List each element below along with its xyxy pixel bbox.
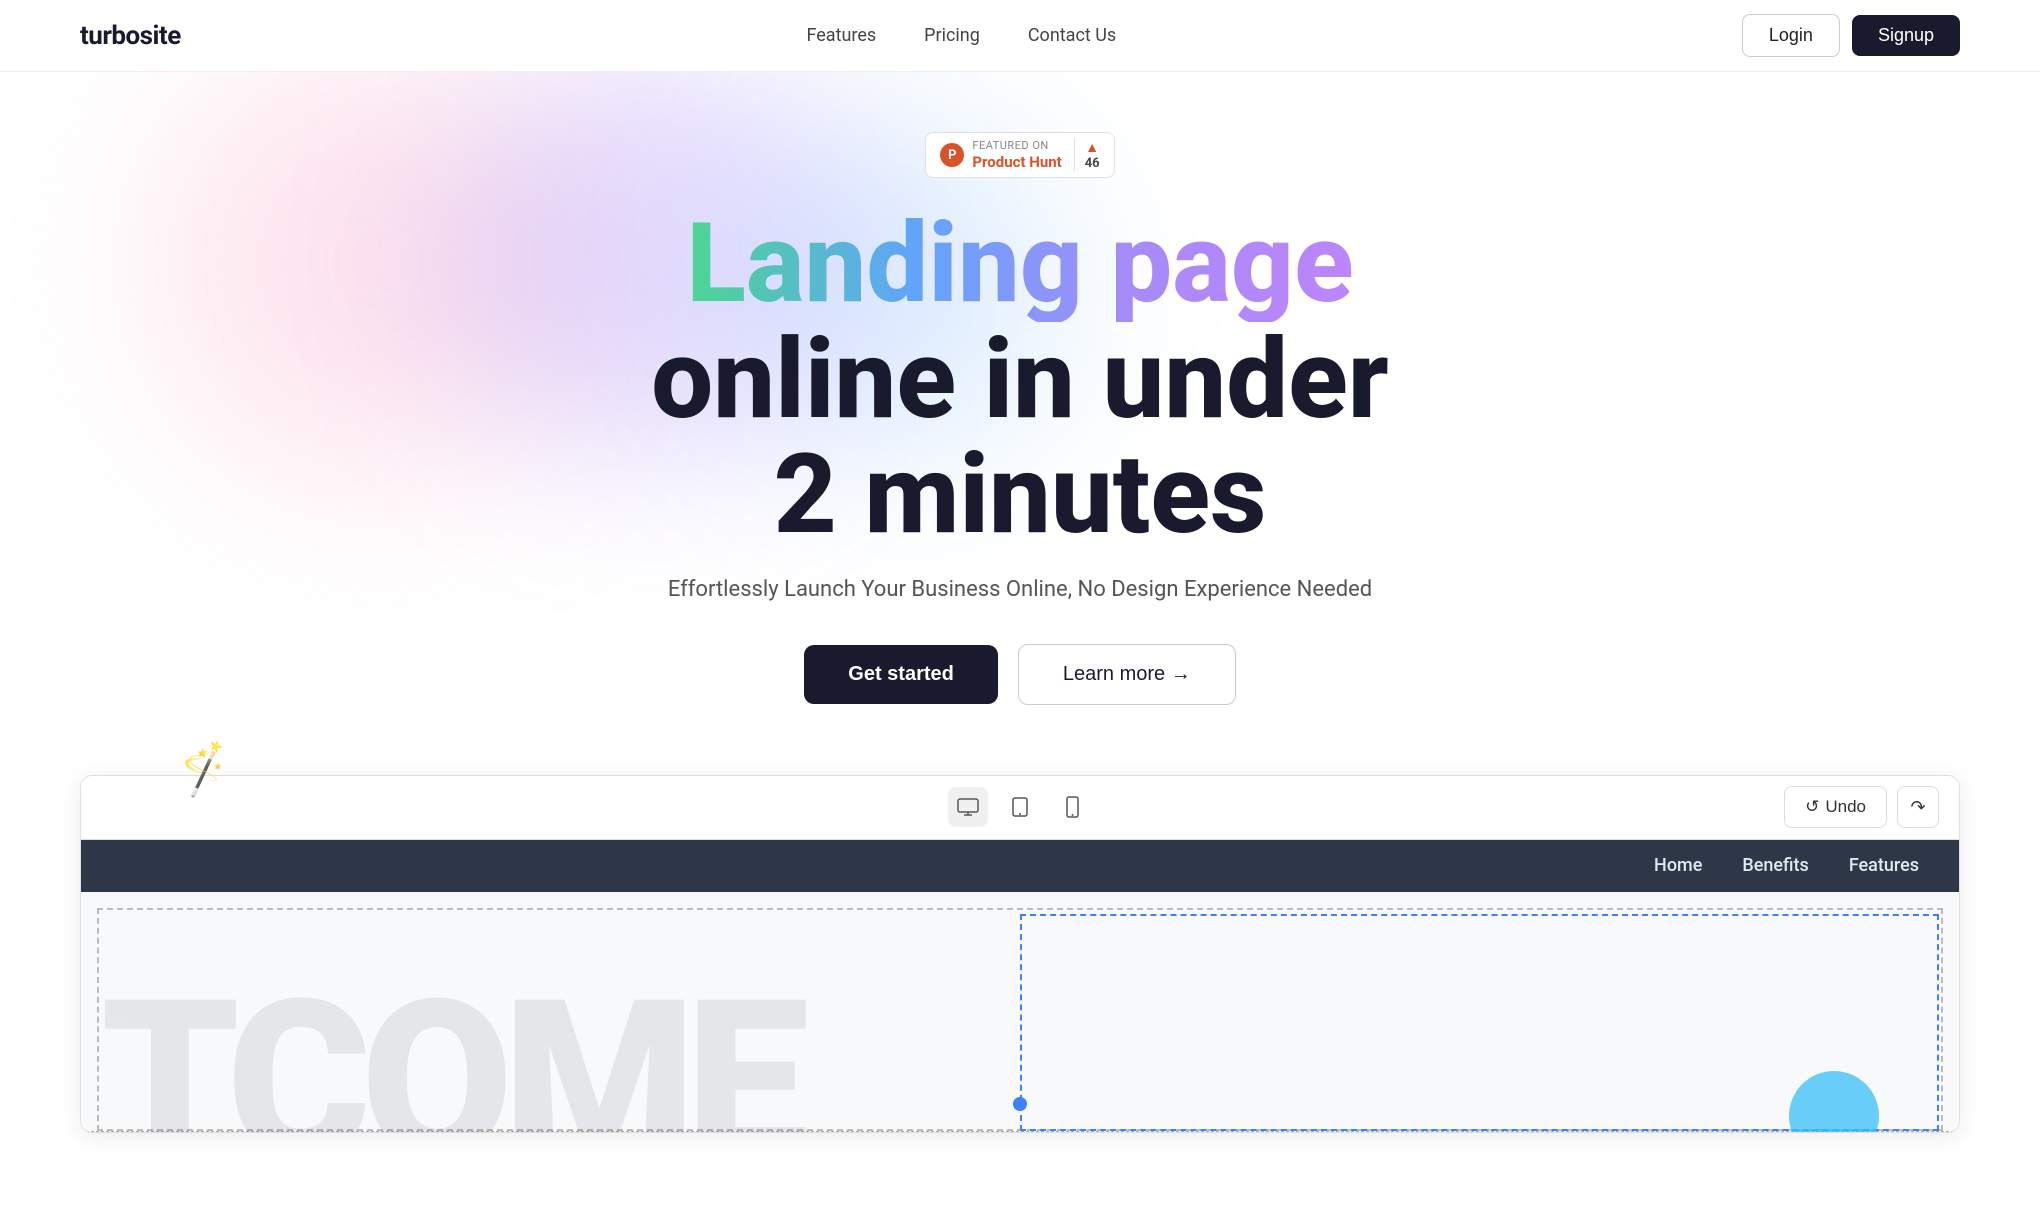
redo-button[interactable]: ↷ bbox=[1897, 786, 1939, 828]
get-started-button[interactable]: Get started bbox=[804, 645, 998, 704]
toolbar-center bbox=[948, 787, 1092, 827]
hero-cta: Get started Learn more → bbox=[804, 644, 1235, 705]
bg-blob-pink bbox=[80, 72, 680, 512]
hero-section: P FEATURED ON Product Hunt ▲ 46 Landing … bbox=[0, 72, 2040, 775]
login-button[interactable]: Login bbox=[1742, 14, 1840, 57]
product-hunt-badge[interactable]: P FEATURED ON Product Hunt ▲ 46 bbox=[925, 132, 1114, 178]
editor-toolbar: ↺ Undo ↷ bbox=[81, 776, 1959, 840]
nav-features[interactable]: Features bbox=[806, 25, 876, 46]
editor-section: 🪄 bbox=[0, 775, 2040, 1133]
editor-preview: Home Benefits Features TCOME bbox=[81, 840, 1959, 1132]
signup-button[interactable]: Signup bbox=[1852, 15, 1960, 56]
ph-score: ▲ 46 bbox=[1074, 139, 1100, 171]
ph-small-label: FEATURED ON bbox=[972, 139, 1061, 152]
preview-navbar: Home Benefits Features bbox=[81, 840, 1959, 892]
preview-nav-home: Home bbox=[1654, 855, 1702, 876]
nav-contact[interactable]: Contact Us bbox=[1028, 25, 1116, 46]
selection-anchor-dot bbox=[1013, 1097, 1027, 1111]
hero-subtitle: Effortlessly Launch Your Business Online… bbox=[668, 577, 1372, 602]
learn-more-button[interactable]: Learn more → bbox=[1018, 644, 1236, 705]
navbar: turbosite Features Pricing Contact Us Lo… bbox=[0, 0, 2040, 72]
nav-actions: Login Signup bbox=[1742, 14, 1960, 57]
redo-icon: ↷ bbox=[1910, 797, 1925, 818]
editor-container: ↺ Undo ↷ Home Benefits Features bbox=[80, 775, 1960, 1133]
mobile-view-button[interactable] bbox=[1052, 787, 1092, 827]
hero-heading-line3: 2 minutes bbox=[651, 437, 1388, 553]
preview-content-area: TCOME bbox=[81, 892, 1959, 1132]
undo-button[interactable]: ↺ Undo bbox=[1784, 786, 1887, 828]
desktop-view-button[interactable] bbox=[948, 787, 988, 827]
undo-label: Undo bbox=[1825, 797, 1866, 817]
preview-nav-benefits: Benefits bbox=[1742, 855, 1808, 876]
ph-arrow-icon: ▲ bbox=[1085, 139, 1099, 156]
hero-heading: Landing page online in under 2 minutes bbox=[651, 206, 1388, 553]
site-logo: turbosite bbox=[80, 21, 181, 51]
tablet-view-button[interactable] bbox=[1000, 787, 1040, 827]
nav-links: Features Pricing Contact Us bbox=[806, 25, 1116, 46]
preview-nav-features: Features bbox=[1849, 855, 1919, 876]
product-hunt-icon: P bbox=[940, 143, 964, 167]
product-hunt-text: FEATURED ON Product Hunt bbox=[972, 139, 1061, 170]
undo-icon: ↺ bbox=[1805, 797, 1819, 817]
nav-pricing[interactable]: Pricing bbox=[924, 25, 980, 46]
toolbar-right: ↺ Undo ↷ bbox=[1092, 786, 1939, 828]
ph-number: 46 bbox=[1085, 156, 1100, 171]
hero-heading-line2: online in under bbox=[651, 322, 1388, 438]
ph-brand-label: Product Hunt bbox=[972, 153, 1061, 171]
preview-big-text: TCOME bbox=[101, 971, 799, 1133]
hero-heading-line1: Landing page bbox=[651, 206, 1388, 322]
